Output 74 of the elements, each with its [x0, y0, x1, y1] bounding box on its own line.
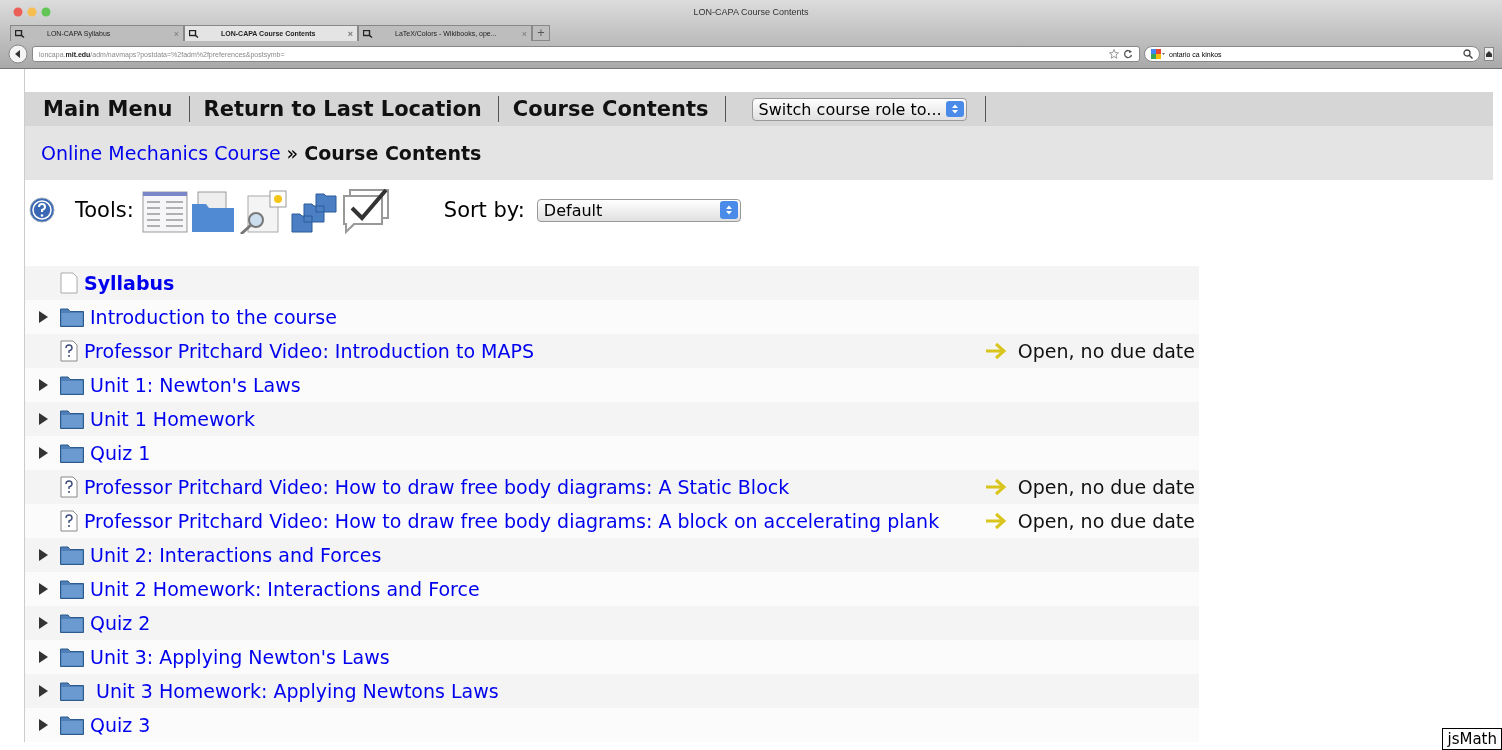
expand-arrow-icon [37, 718, 48, 732]
new-tab-button[interactable]: + [532, 25, 550, 41]
folder-icon [60, 647, 84, 667]
question-document-icon [60, 476, 78, 498]
menu-link[interactable]: Main Menu [29, 96, 190, 122]
folder-icon [60, 681, 84, 701]
content-link[interactable]: Quiz 3 [90, 714, 151, 736]
dropdown-arrows-icon [719, 201, 738, 219]
content-link[interactable]: Unit 2: Interactions and Forces [90, 544, 382, 566]
question-document-icon [60, 340, 78, 362]
content-link[interactable]: Unit 1: Newton's Laws [90, 374, 301, 396]
expand-arrow-icon [37, 616, 48, 630]
role-select[interactable]: Switch course role to... [751, 97, 967, 121]
search-engine-icon [1151, 49, 1165, 59]
expand-arrow-icon [37, 582, 48, 596]
menu-link[interactable]: Course Contents [498, 96, 726, 122]
breadcrumb-link[interactable]: Online Mechanics Course [41, 142, 281, 164]
content-link[interactable]: Syllabus [84, 272, 175, 294]
content-link[interactable]: Professor Pritchard Video: How to draw free body diagrams: A block on accelerating plank [84, 510, 940, 532]
folders-icon [289, 190, 338, 234]
expand-arrow-icon [37, 412, 48, 426]
arrow-icon [983, 477, 1008, 497]
due-status: Open, no due date [1017, 476, 1195, 498]
breadcrumb-current: Course Contents [304, 142, 482, 164]
content-link[interactable]: Quiz 2 [90, 612, 151, 634]
question-document-icon [60, 510, 78, 532]
folder-icon [60, 579, 84, 599]
expand-arrow-icon [37, 684, 48, 698]
content-link[interactable]: Quiz 1 [90, 442, 151, 464]
close-icon[interactable]: × [347, 28, 353, 39]
folder-icon [60, 715, 84, 735]
folder-icon [60, 375, 84, 395]
content-link[interactable]: Unit 3 Homework: Applying Newtons Laws [90, 680, 499, 702]
content-link[interactable]: Unit 2 Homework: Interactions and Force [90, 578, 480, 600]
folder-icon [189, 190, 236, 234]
sort-select[interactable]: Default [536, 198, 741, 222]
dropdown-arrows-icon [945, 101, 964, 117]
due-status: Open, no due date [1017, 340, 1195, 362]
arrow-icon [983, 511, 1008, 531]
search-document-icon [237, 190, 288, 234]
expand-arrow-icon [37, 446, 48, 460]
home-icon [1484, 47, 1494, 61]
search-icon [1463, 49, 1473, 59]
document-icon [60, 272, 78, 294]
content-link[interactable]: Professor Pritchard Video: How to draw free body diagrams: A Static Block [84, 476, 790, 498]
sort-label: Sort by: [443, 198, 525, 222]
star-icon [1109, 49, 1119, 59]
folder-icon [60, 545, 84, 565]
jsmath-button[interactable]: jsMath [1442, 728, 1502, 750]
reload-icon [1123, 49, 1133, 59]
folder-icon [60, 443, 84, 463]
content-link[interactable]: Unit 3: Applying Newton's Laws [90, 646, 390, 668]
expand-arrow-icon [37, 548, 48, 562]
due-status: Open, no due date [1017, 510, 1195, 532]
content-link[interactable]: Unit 1 Homework [90, 408, 255, 430]
window-title: LON-CAPA Course Contents [692, 7, 810, 17]
menu-link[interactable]: Return to Last Location [189, 96, 499, 122]
help-icon [29, 197, 55, 223]
favicon-icon [15, 29, 25, 38]
arrow-icon [983, 341, 1008, 361]
expand-arrow-icon [37, 650, 48, 664]
content-link[interactable]: Introduction to the course [90, 306, 337, 328]
favicon-icon [363, 29, 373, 38]
content-link[interactable]: Professor Pritchard Video: Introduction to MAPS [84, 340, 534, 362]
back-icon [8, 44, 28, 64]
expand-arrow-icon [37, 310, 48, 324]
folder-icon [60, 409, 84, 429]
breadcrumb-separator: » [286, 142, 299, 164]
favicon-icon [189, 29, 199, 38]
folder-icon [60, 307, 84, 327]
folder-icon [60, 613, 84, 633]
expand-arrow-icon [37, 378, 48, 392]
tools-label: Tools: [75, 198, 134, 222]
list-view-icon [141, 190, 188, 234]
